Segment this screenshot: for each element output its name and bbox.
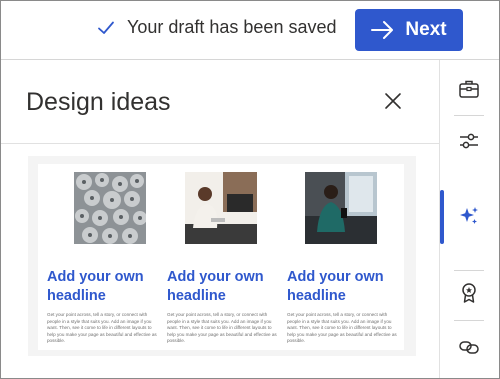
top-bar: Your draft has been saved Next [1, 1, 499, 59]
sidebar-separator [454, 115, 484, 116]
design-idea-card[interactable]: Add your own headline Get your point acr… [28, 156, 416, 356]
woman-on-sofa-image [305, 172, 377, 244]
sidebar-separator [454, 320, 484, 321]
pane-title: Design ideas [26, 88, 171, 116]
idea-headline: Add your own headline [287, 269, 384, 304]
design-idea-preview: Add your own headline Get your point acr… [38, 164, 404, 350]
checkmark-icon [98, 21, 114, 34]
sidebar-separator [454, 270, 484, 271]
toolbox-icon[interactable] [458, 78, 480, 100]
link-icon[interactable] [458, 336, 480, 358]
design-ideas-pane: Design ideas Add your own headline Get y… [1, 60, 439, 378]
sparkle-icon[interactable] [458, 205, 480, 227]
pane-divider [1, 143, 439, 144]
award-ribbon-icon[interactable] [458, 282, 480, 304]
idea-body-text: Get your point across, tell a story, or … [167, 312, 277, 344]
idea-headline: Add your own headline [47, 269, 144, 304]
woman-at-desk-image [185, 172, 257, 244]
arrow-right-icon [371, 21, 394, 39]
idea-body-text: Get your point across, tell a story, or … [287, 312, 397, 344]
next-button-label: Next [405, 19, 447, 40]
idea-headline: Add your own headline [167, 269, 264, 304]
right-sidebar [440, 60, 499, 378]
active-indicator [440, 190, 444, 244]
idea-body-text: Get your point across, tell a story, or … [47, 312, 157, 344]
save-status-text: Your draft has been saved [127, 17, 337, 37]
save-status: Your draft has been saved [97, 17, 337, 38]
aerial-forest-image [74, 172, 146, 244]
close-icon[interactable] [383, 91, 403, 111]
next-button[interactable]: Next [355, 9, 463, 51]
sliders-icon[interactable] [458, 130, 480, 152]
